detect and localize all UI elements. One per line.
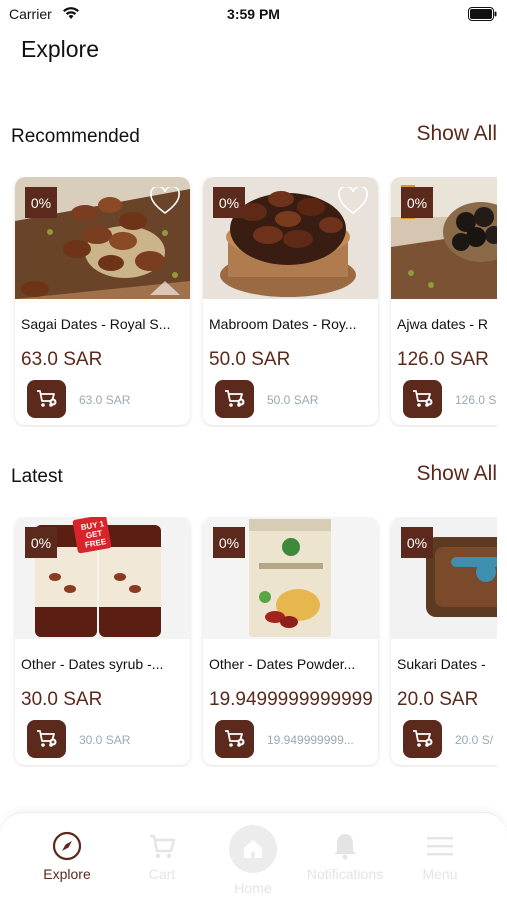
tab-home[interactable]: Home	[208, 813, 298, 900]
product-image[interactable]: 0% BUY 1 GET FREE	[15, 517, 190, 639]
tab-cart[interactable]: Cart	[117, 813, 207, 900]
tab-notifications-label: Notifications	[306, 866, 384, 882]
product-price: 126.0 SAR	[397, 349, 489, 370]
product-image[interactable]: 0%	[203, 517, 378, 639]
page-title: Explore	[21, 36, 99, 62]
show-all-recommended-link[interactable]: Show All	[416, 122, 497, 146]
product-card[interactable]: 0% BUY 1 GET FREE Other - Dates syrub -.…	[15, 517, 190, 765]
tab-cart-label: Cart	[148, 866, 176, 882]
product-price: 19.9499999999999	[209, 689, 373, 710]
tab-menu-label: Menu	[422, 866, 458, 882]
promo-badge-label: BUY 1 GET FREE	[80, 519, 107, 550]
tab-explore-label: Explore	[43, 866, 91, 882]
product-image[interactable]: 0%	[203, 177, 378, 299]
product-price: 63.0 SAR	[21, 349, 103, 370]
product-name[interactable]: Sagai Dates - Royal S...	[21, 316, 185, 332]
add-to-cart-button[interactable]	[27, 720, 66, 758]
add-to-cart-icon	[36, 390, 56, 407]
add-to-cart-icon	[412, 730, 432, 747]
add-to-cart-button[interactable]	[403, 380, 442, 418]
cart-icon	[150, 834, 176, 859]
compass-icon	[52, 831, 82, 861]
product-name[interactable]: Mabroom Dates - Roy...	[209, 316, 373, 332]
product-price: 30.0 SAR	[21, 689, 103, 710]
latest-header: Latest Show All	[11, 462, 497, 492]
section-title-recommended: Recommended	[11, 126, 140, 147]
discount-badge: 0%	[213, 187, 245, 218]
tab-notifications[interactable]: Notifications	[300, 813, 390, 900]
original-price: 20.0 S/	[455, 733, 494, 747]
product-card[interactable]: 0% Other - Dates Powder... 19.9499999999…	[203, 517, 378, 765]
product-image[interactable]: 0%	[15, 177, 190, 299]
tab-explore[interactable]: Explore	[22, 813, 112, 900]
home-icon	[244, 840, 262, 858]
original-price: 50.0 SAR	[267, 393, 319, 407]
discount-badge: 0%	[25, 527, 57, 558]
product-name[interactable]: Other - Dates Powder...	[209, 656, 373, 672]
product-name[interactable]: Other - Dates syrub -...	[21, 656, 185, 672]
product-card[interactable]: 0% Mabroom Dates - Roy... 50.0 SAR 50.0 …	[203, 177, 378, 425]
discount-badge: 0%	[401, 527, 433, 558]
battery-icon	[468, 7, 497, 21]
original-price: 30.0 SAR	[79, 733, 131, 747]
home-button-circle[interactable]	[229, 825, 277, 873]
product-image[interactable]: 0%	[391, 517, 497, 639]
recommended-header: Recommended Show All	[11, 122, 497, 152]
bell-icon	[334, 834, 356, 860]
clock: 3:59 PM	[227, 6, 280, 22]
add-to-cart-button[interactable]	[215, 380, 254, 418]
product-card[interactable]: 0% Sukari Dates - 20.0 SAR 20.0 S/	[391, 517, 497, 765]
bottom-tab-bar: Explore Cart Home Notifications Menu	[0, 812, 507, 900]
product-card[interactable]: 0% Ajwa dates - R 126.0 SAR 126.0 S	[391, 177, 497, 425]
product-name[interactable]: Ajwa dates - R	[397, 316, 497, 332]
add-to-cart-icon	[36, 730, 56, 747]
status-bar: Carrier 3:59 PM	[0, 0, 507, 28]
add-to-cart-button[interactable]	[27, 380, 66, 418]
product-name[interactable]: Sukari Dates -	[397, 656, 497, 672]
tab-menu[interactable]: Menu	[395, 813, 485, 900]
add-to-cart-icon	[224, 390, 244, 407]
recommended-product-row[interactable]: 0% Sagai Dates - Royal S... 63.0 SAR 63.…	[0, 177, 497, 427]
latest-product-row[interactable]: 0% BUY 1 GET FREE Other - Dates syrub -.…	[0, 517, 497, 767]
original-price: 19.949999999...	[267, 733, 354, 747]
discount-badge: 0%	[401, 187, 433, 218]
discount-badge: 0%	[213, 527, 245, 558]
tab-home-label: Home	[234, 880, 272, 896]
discount-badge: 0%	[25, 187, 57, 218]
add-to-cart-button[interactable]	[215, 720, 254, 758]
menu-icon	[427, 837, 453, 856]
product-image[interactable]: 0%	[391, 177, 497, 299]
product-price: 50.0 SAR	[209, 349, 291, 370]
add-to-cart-icon	[412, 390, 432, 407]
product-card[interactable]: 0% Sagai Dates - Royal S... 63.0 SAR 63.…	[15, 177, 190, 425]
original-price: 63.0 SAR	[79, 393, 131, 407]
favorite-heart-icon[interactable]	[150, 187, 180, 215]
product-price: 20.0 SAR	[397, 689, 479, 710]
favorite-heart-icon[interactable]	[338, 187, 368, 215]
original-price: 126.0 S	[455, 393, 497, 407]
add-to-cart-icon	[224, 730, 244, 747]
show-all-latest-link[interactable]: Show All	[416, 462, 497, 486]
section-title-latest: Latest	[11, 466, 63, 487]
add-to-cart-button[interactable]	[403, 720, 442, 758]
